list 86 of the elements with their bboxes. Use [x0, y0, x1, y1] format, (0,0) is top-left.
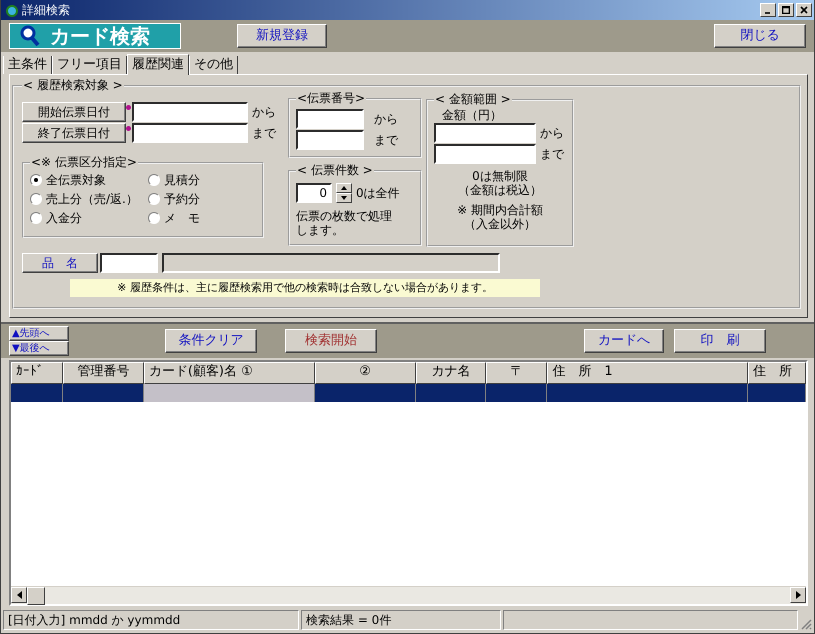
number-input[interactable] [296, 130, 364, 150]
close-icon [800, 6, 808, 14]
item-name-field[interactable] [162, 253, 500, 273]
number-input[interactable] [296, 109, 364, 129]
column-header[interactable]: ｶｰﾄﾞ [11, 362, 63, 384]
date-label-button[interactable]: 終了伝票日付 [22, 123, 126, 143]
group-legend: < 履歴検索対象 > [22, 79, 124, 92]
new-registration-button[interactable]: 新規登録 [237, 24, 327, 48]
column-header[interactable]: 管理番号 [62, 362, 144, 384]
tab[interactable]: 履歴関連 [127, 54, 189, 75]
close-button[interactable] [796, 3, 812, 17]
item-name-button[interactable]: 品 名 [22, 253, 98, 273]
amount-input[interactable] [434, 123, 536, 143]
group-legend: < 伝票件数 > [296, 164, 374, 177]
count-description: 伝票の枚数で処理します。 [296, 209, 393, 237]
amount-input[interactable] [434, 144, 536, 164]
group-legend: <伝票番号> [296, 92, 366, 105]
scroll-thumb[interactable] [27, 587, 45, 605]
down-arrow-icon [341, 196, 347, 200]
range-suffix: まで [540, 147, 564, 161]
column-header[interactable]: カード(顧客)名 ① [144, 362, 315, 384]
column-header[interactable]: カナ名 [416, 362, 486, 384]
start-search-button[interactable]: 検索開始 [285, 329, 377, 353]
count-hint: 0は全件 [356, 186, 400, 200]
required-mark-icon [126, 126, 131, 131]
clear-conditions-button[interactable]: 条件クリア [165, 329, 257, 353]
spin-down-button[interactable] [336, 193, 352, 203]
item-code-input[interactable] [100, 253, 158, 273]
window-title: 詳細検索 [22, 3, 71, 17]
radio-button[interactable] [30, 212, 42, 224]
radio-label: 見積分 [164, 173, 200, 187]
maximize-icon [782, 6, 790, 14]
amount-note: 0は無制限 [471, 169, 529, 183]
app-icon [5, 3, 19, 17]
column-header[interactable]: 住 所 1 [547, 362, 748, 384]
tab[interactable]: 主条件 [3, 56, 52, 74]
radio-label: メ モ [164, 211, 200, 225]
range-suffix: から [374, 112, 398, 126]
radio-label: 予約分 [164, 192, 200, 206]
tab[interactable]: フリー項目 [52, 56, 127, 74]
right-arrow-icon [796, 591, 800, 599]
range-suffix: から [540, 126, 564, 140]
radio-label: 売上分（売/返.） [46, 192, 138, 206]
amount-note: ※ 期間内合計額 [456, 203, 544, 217]
column-header[interactable]: ② [314, 362, 416, 384]
radio-label: 入金分 [46, 211, 82, 225]
left-arrow-icon [16, 591, 22, 599]
history-note: ※ 履歴条件は、主に履歴検索用で他の検索時は合致しない場合があります。 [70, 279, 540, 297]
radio-button[interactable] [30, 174, 42, 186]
up-arrow-icon [341, 186, 347, 190]
radio-button[interactable] [148, 174, 160, 186]
scroll-left-button[interactable] [11, 587, 27, 603]
date-input[interactable] [132, 102, 248, 122]
required-mark-icon [126, 105, 131, 110]
table-row[interactable] [11, 384, 806, 402]
minimize-button[interactable] [760, 3, 776, 17]
column-header[interactable]: 住 所 [748, 362, 806, 384]
radio-button[interactable] [148, 212, 160, 224]
horizontal-scrollbar[interactable] [11, 586, 806, 604]
maximize-button[interactable] [778, 3, 794, 17]
print-button[interactable]: 印 刷 [674, 329, 766, 353]
date-label-button[interactable]: 開始伝票日付 [22, 102, 126, 122]
date-input[interactable] [132, 123, 248, 143]
radio-button[interactable] [30, 193, 42, 205]
tab[interactable]: その他 [189, 56, 238, 74]
amount-label: 金額（円） [442, 108, 503, 122]
spin-up-button[interactable] [336, 183, 352, 193]
range-suffix: から [252, 105, 276, 119]
first-record-button[interactable]: ▲先頭へ [9, 326, 69, 341]
column-header[interactable]: 〒 [486, 362, 548, 384]
scroll-right-button[interactable] [790, 587, 806, 603]
range-suffix: まで [252, 126, 276, 140]
amount-note: （金額は税込） [457, 183, 543, 197]
amount-note: （入金以外） [463, 217, 537, 231]
status-pane: 検索結果 = 0件 [301, 610, 501, 630]
group-legend: < 金額範囲 > [434, 93, 512, 106]
open-card-button[interactable]: カードへ [584, 329, 664, 353]
resize-grip-icon [800, 618, 812, 630]
last-record-button[interactable]: ▼最後へ [9, 341, 69, 356]
radio-button[interactable] [148, 193, 160, 205]
count-input[interactable]: 0 [296, 183, 332, 203]
close-window-button[interactable]: 閉じる [714, 24, 806, 48]
status-pane: [日付入力] mmdd か yymmdd [3, 610, 299, 630]
range-suffix: まで [374, 133, 398, 147]
radio-label: 全伝票対象 [46, 173, 106, 187]
group-legend: <※ 伝票区分指定> [30, 156, 138, 169]
